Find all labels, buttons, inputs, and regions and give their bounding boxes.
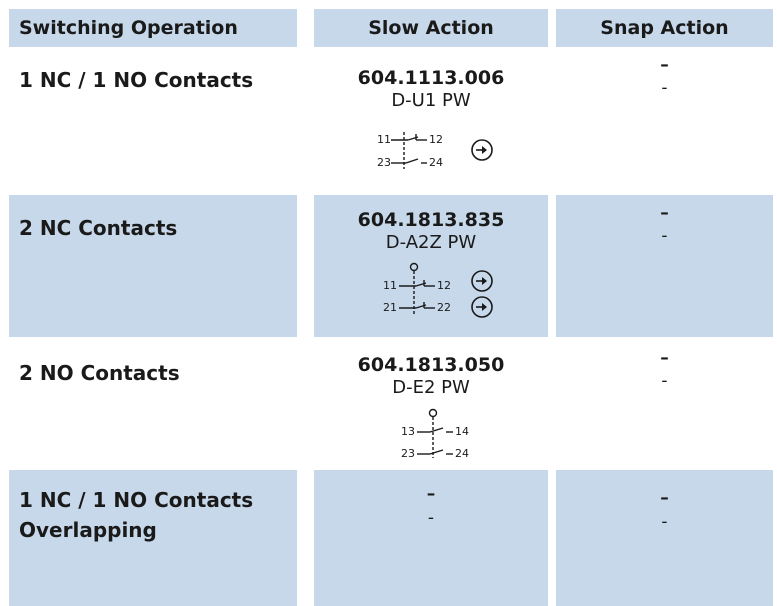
row-4-operation: 1 NC / 1 NO Contacts Overlapping	[9, 470, 297, 606]
contact-symbol-2no: 13 14 23 24	[401, 408, 469, 460]
type-designation: D-A2Z PW	[385, 232, 477, 253]
row-3-slow-action: 604.1813.050 D-E2 PW 13 14 23 24	[314, 340, 548, 470]
contact-symbol-nc-no: 11 12 23 24	[377, 132, 493, 169]
terminal-label: 24	[455, 447, 469, 460]
positive-opening-arrow-icon	[471, 270, 493, 292]
part-number: 604.1813.050	[357, 354, 505, 376]
part-number: 604.1113.006	[357, 67, 505, 89]
terminal-label: 21	[383, 301, 397, 314]
not-available-mark: -	[661, 371, 668, 391]
not-available-mark: -	[661, 78, 668, 98]
row-2-operation: 2 NC Contacts	[9, 195, 297, 337]
header-switching-operation: Switching Operation	[9, 9, 297, 47]
type-designation: D-U1 PW	[391, 90, 471, 111]
not-available-mark: -	[661, 512, 668, 532]
terminal-label: 22	[437, 301, 451, 314]
terminal-label: 11	[383, 279, 397, 292]
not-available-mark: -	[427, 508, 435, 528]
not-available-mark: –	[660, 488, 669, 508]
row-1-snap-action: – -	[556, 47, 773, 195]
header-slow-action: Slow Action	[314, 9, 548, 47]
terminal-label: 23	[377, 156, 391, 169]
terminal-label: 11	[377, 133, 391, 146]
operation-line-2: Overlapping	[19, 518, 157, 542]
row-4-snap-action: – -	[556, 470, 773, 606]
not-available-mark: –	[660, 203, 669, 223]
terminal-label: 12	[437, 279, 451, 292]
terminal-label: 14	[455, 425, 469, 438]
row-4-slow-action: – -	[314, 470, 548, 606]
plunger-actuator-icon	[428, 408, 438, 418]
positive-opening-arrow-icon	[471, 139, 493, 161]
terminal-label: 24	[429, 156, 443, 169]
terminal-label: 23	[401, 447, 415, 460]
operation-line-1: 1 NC / 1 NO Contacts	[19, 488, 254, 512]
plunger-actuator-icon	[409, 262, 419, 272]
row-1-slow-action: 604.1113.006 D-U1 PW 11 12 23 24	[314, 47, 548, 195]
row-2-snap-action: – -	[556, 195, 773, 337]
contact-symbol-2nc: 11 12 21 22	[383, 262, 493, 318]
not-available-mark: –	[660, 348, 669, 368]
row-1-operation: 1 NC / 1 NO Contacts	[19, 68, 254, 92]
part-number: 604.1813.835	[357, 209, 505, 231]
type-designation: D-E2 PW	[392, 377, 470, 398]
not-available-mark: -	[661, 226, 668, 246]
header-snap-action: Snap Action	[556, 9, 773, 47]
row-2-slow-action: 604.1813.835 D-A2Z PW 11 12 21 22	[314, 195, 548, 337]
terminal-label: 13	[401, 425, 415, 438]
terminal-label: 12	[429, 133, 443, 146]
row-3-snap-action: – -	[556, 340, 773, 470]
row-3-operation: 2 NO Contacts	[19, 361, 180, 385]
not-available-mark: –	[660, 55, 669, 75]
not-available-mark: –	[426, 484, 436, 504]
positive-opening-arrow-icon	[471, 296, 493, 318]
